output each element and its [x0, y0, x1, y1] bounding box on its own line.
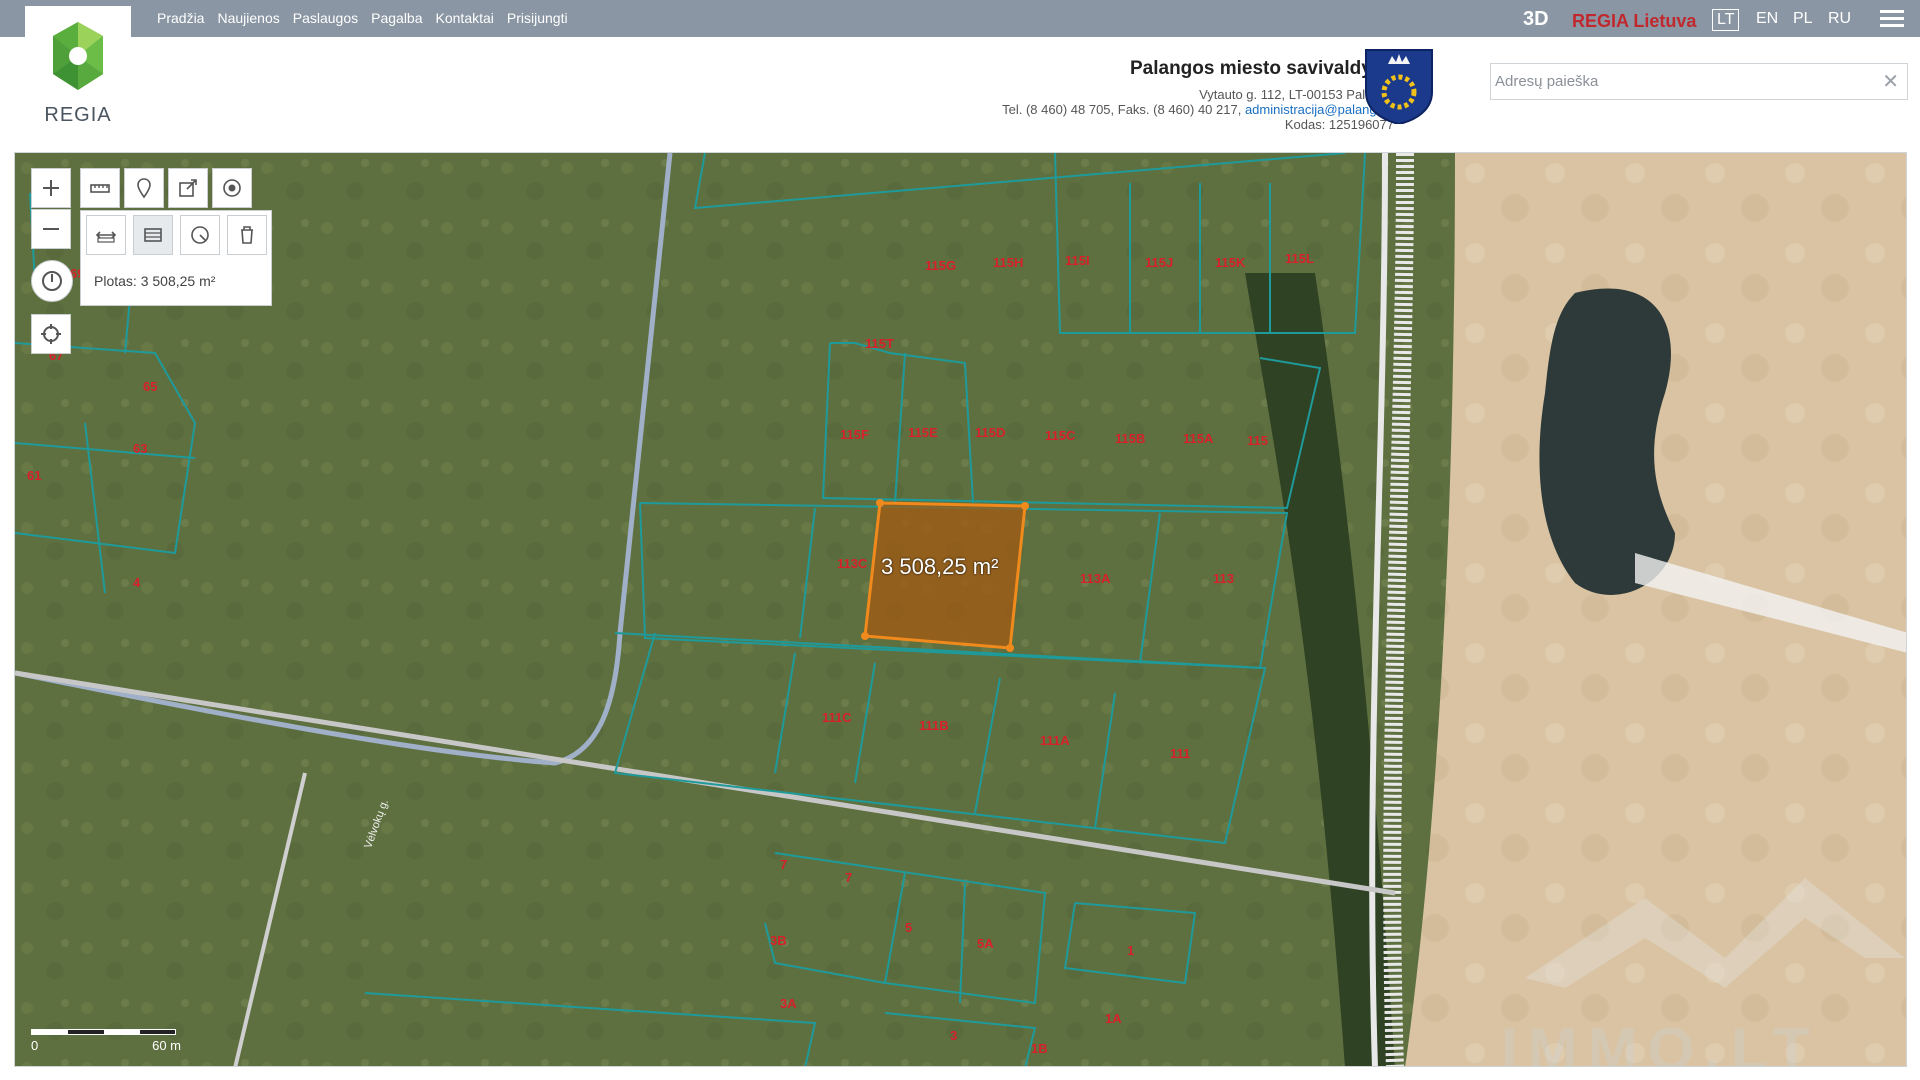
municipality-info: Palangos miesto savivaldybė Vytauto g. 1… — [1002, 58, 1394, 132]
nav-item-pradzia[interactable]: Pradžia — [157, 10, 204, 26]
parcel-label: 115A — [1183, 431, 1214, 446]
map-viewport[interactable]: 115G 115H 115I 115J 115K 115L 115T 115F … — [14, 152, 1907, 1067]
map-pin-icon — [137, 178, 151, 199]
parcel-label: 111C — [822, 710, 852, 725]
scale-start-label: 0 — [31, 1038, 39, 1053]
parcel-label: 111A — [1040, 733, 1070, 748]
scale-end-label: 60 m — [152, 1038, 181, 1053]
parcel-label: 1B — [1031, 1041, 1048, 1056]
watermark-text: IMMO.LT — [1501, 1016, 1820, 1067]
parcel-label: 115T — [865, 336, 894, 351]
measure-tool-button[interactable] — [80, 168, 120, 208]
radius-icon — [191, 226, 209, 244]
minus-icon — [43, 228, 59, 230]
parcel-label: 7 — [780, 857, 788, 872]
lang-pl[interactable]: PL — [1789, 9, 1817, 29]
scale-bar — [31, 1029, 176, 1035]
parcel-label: 115H — [993, 255, 1024, 270]
parcel-label: 3 — [950, 1028, 958, 1043]
layer-point-button[interactable] — [212, 168, 252, 208]
logo-text: REGIA — [44, 104, 112, 126]
address-search: ✕ — [1490, 63, 1908, 100]
measure-area-readout: Plotas: 3 508,25 m² — [94, 273, 216, 289]
parcel-label: 5 — [905, 920, 913, 935]
nav-item-naujienos[interactable]: Naujienos — [217, 10, 279, 26]
parcel-label: 113A — [1080, 571, 1111, 586]
regia-logo[interactable]: REGIA — [25, 6, 131, 148]
zoom-out-button[interactable] — [31, 209, 71, 249]
3d-button[interactable]: 3D — [1523, 8, 1549, 31]
share-button[interactable] — [168, 168, 208, 208]
close-icon[interactable]: ✕ — [1882, 69, 1899, 94]
parcel-label: 3A — [780, 996, 797, 1011]
measure-radius-button[interactable] — [180, 215, 220, 255]
regia-lietuva-link[interactable]: REGIA Lietuva — [1572, 11, 1696, 32]
trash-icon — [241, 226, 253, 244]
regia-logo-icon — [53, 22, 103, 90]
parcel-label: 115G — [925, 258, 957, 273]
compass-icon — [42, 271, 62, 291]
rotation-compass-button[interactable] — [31, 260, 73, 302]
coat-of-arms-icon — [1365, 49, 1433, 124]
plus-icon — [43, 180, 59, 196]
parcel-label: 1 — [1127, 943, 1135, 958]
parcel-label: 115B — [1115, 431, 1146, 446]
nav-item-pagalba[interactable]: Pagalba — [371, 10, 422, 26]
zoom-in-button[interactable] — [31, 168, 71, 208]
address-search-input[interactable] — [1491, 64, 1871, 99]
lang-lt[interactable]: LT — [1712, 9, 1740, 31]
share-icon — [179, 179, 197, 197]
parcel-label: 61 — [27, 468, 42, 483]
lang-ru[interactable]: RU — [1824, 9, 1855, 29]
parcel-label: 115 — [1247, 433, 1268, 448]
parcel-label: 1A — [1105, 1011, 1122, 1026]
parcel-label: 115L — [1285, 251, 1314, 266]
measure-area-label: 3 508,25 m² — [881, 554, 999, 579]
parcel-label: 115I — [1065, 253, 1090, 268]
parcel-label: 115K — [1215, 255, 1246, 270]
lang-en[interactable]: EN — [1752, 9, 1782, 29]
municipality-name: Palangos miesto savivaldybė — [1129, 58, 1394, 79]
parcel-label: 63 — [133, 441, 148, 456]
parcel-label: 115J — [1145, 255, 1174, 270]
parcel-label: 115E — [908, 425, 938, 440]
measure-distance-button[interactable] — [86, 215, 126, 255]
crosshair-icon — [41, 324, 61, 344]
municipality-code: Kodas: 125196077 — [1284, 117, 1394, 132]
parcel-label: 111B — [919, 718, 949, 733]
locate-me-button[interactable] — [31, 314, 71, 354]
nav-item-paslaugos[interactable]: Paslaugos — [293, 10, 358, 26]
municipality-contacts: Tel. (8 460) 48 705, Faks. (8 460) 40 21… — [1002, 102, 1394, 117]
nav-item-kontaktai[interactable]: Kontaktai — [436, 10, 494, 26]
map-scale-bar: 0 60 m — [31, 1029, 181, 1053]
nav-item-prisijungti[interactable]: Prisijungti — [507, 10, 568, 26]
parcel-label: 111 — [1170, 746, 1191, 761]
ruler-icon — [90, 184, 110, 193]
parcel-label: 115F — [840, 427, 869, 442]
parcel-label: 3B — [770, 933, 787, 948]
parcel-label: 113C — [837, 556, 868, 571]
parcel-label: 115D — [975, 425, 1006, 440]
measure-area-button[interactable] — [133, 215, 173, 255]
hamburger-menu-icon[interactable] — [1880, 10, 1904, 28]
area-icon — [144, 228, 162, 242]
delete-measure-button[interactable] — [227, 215, 267, 255]
parcel-label: 113 — [1213, 571, 1234, 586]
parcel-label: 4 — [133, 575, 141, 590]
parcel-label: 5A — [977, 936, 994, 951]
distance-icon — [95, 231, 117, 243]
parcel-label: 7 — [845, 870, 853, 885]
main-nav: Pradžia Naujienos Paslaugos Pagalba Kont… — [157, 10, 568, 26]
place-marker-button[interactable] — [124, 168, 164, 208]
parcel-label: 65 — [143, 379, 158, 394]
municipality-address: Vytauto g. 112, LT-00153 Palanga — [1199, 87, 1394, 102]
parcel-label: 115C — [1045, 428, 1076, 443]
target-icon — [223, 179, 241, 197]
